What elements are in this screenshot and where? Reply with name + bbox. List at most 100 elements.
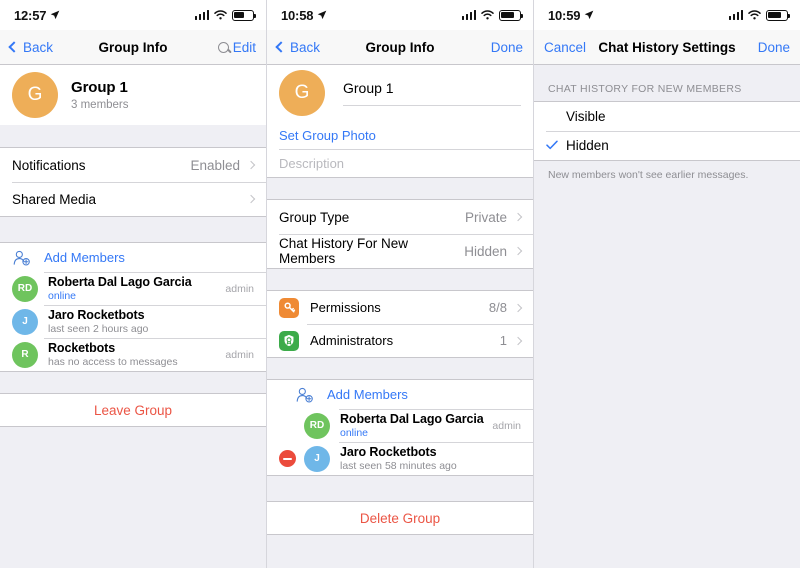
screen-group-info: 12:57 Back Group Info Edit G Group 1 3 m… [0, 0, 266, 568]
row-label: Notifications [12, 157, 86, 173]
back-button[interactable]: Back [8, 40, 53, 55]
location-arrow-icon [584, 10, 594, 20]
search-icon[interactable] [217, 41, 229, 53]
chevron-right-icon [246, 160, 256, 170]
list-item[interactable]: R Rocketbots has no access to messages a… [0, 338, 266, 371]
member-name: Rocketbots [48, 341, 116, 355]
row-permissions[interactable]: Permissions 8/8 [267, 291, 533, 324]
done-button-label: Done [490, 39, 523, 55]
status-bar: 10:59 [534, 0, 800, 30]
group-header-text: Group 1 3 members [71, 79, 129, 111]
remove-member-button[interactable] [279, 450, 296, 467]
battery-icon [766, 9, 791, 21]
description-input[interactable]: Description [267, 149, 533, 177]
leave-group-button[interactable]: Leave Group [0, 393, 266, 427]
navigation-bar: Back Group Info Edit [0, 30, 266, 65]
member-name: Jaro Rocketbots [340, 445, 437, 459]
avatar: J [304, 445, 330, 472]
row-label: Shared Media [12, 191, 97, 207]
done-button[interactable]: Done [491, 40, 523, 55]
three-screen-comparison: 12:57 Back Group Info Edit G Group 1 3 m… [0, 0, 800, 568]
section-gap [267, 358, 533, 379]
row-administrators[interactable]: Administrators 1 [267, 324, 533, 357]
member-name: Roberta Dal Lago Garcia [48, 275, 192, 289]
chevron-right-icon [513, 303, 523, 312]
list-item[interactable]: J Jaro Rocketbots last seen 58 minutes a… [267, 442, 533, 475]
status-bar-left: 12:57 [14, 8, 60, 23]
row-label: Group Type [279, 209, 350, 225]
row-chat-history[interactable]: Chat History For New Members Hidden [267, 234, 533, 268]
status-bar-right [728, 9, 791, 21]
member-role: admin [225, 348, 254, 361]
avatar-initials: J [314, 453, 320, 464]
done-button-label: Done [757, 39, 790, 55]
wifi-icon [748, 10, 761, 20]
avatar-letter: G [27, 84, 43, 105]
permissions-card: Permissions 8/8 Administrators 1 [267, 290, 533, 358]
chevron-right-icon [246, 194, 256, 204]
member-text: Roberta Dal Lago Garcia online [340, 412, 484, 439]
option-label: Visible [566, 109, 606, 124]
status-bar-left: 10:59 [548, 8, 594, 23]
member-role: admin [492, 419, 521, 432]
wifi-icon [481, 10, 494, 20]
list-item[interactable]: RD Roberta Dal Lago Garcia online admin [267, 409, 533, 442]
row-group-type[interactable]: Group Type Private [267, 200, 533, 234]
avatar-initials: J [22, 316, 28, 327]
delete-group-button[interactable]: Delete Group [267, 501, 533, 535]
option-visible[interactable]: Visible [534, 102, 800, 131]
group-name: Group 1 [71, 79, 128, 96]
back-button-label: Back [290, 39, 321, 55]
chevron-right-icon [513, 246, 523, 256]
members-card: Add Members RD Roberta Dal Lago Garcia o… [0, 242, 266, 372]
row-shared-media[interactable]: Shared Media [0, 182, 266, 216]
list-item[interactable]: J Jaro Rocketbots last seen 2 hours ago [0, 305, 266, 338]
chat-history-options-card: Visible Hidden [534, 101, 800, 161]
option-hidden[interactable]: Hidden [534, 131, 800, 160]
row-value: 1 [499, 333, 507, 348]
cancel-button[interactable]: Cancel [544, 40, 586, 55]
signal-bars-icon [728, 10, 743, 20]
group-name-input[interactable]: Group 1 [343, 80, 521, 106]
member-role: admin [225, 282, 254, 295]
status-time: 10:58 [281, 7, 314, 23]
section-header: CHAT HISTORY FOR NEW MEMBERS [534, 65, 800, 101]
navigation-bar: Cancel Chat History Settings Done [534, 30, 800, 65]
signal-bars-icon [194, 10, 209, 20]
group-name-field-row: G Group 1 [267, 65, 533, 121]
list-item[interactable]: RD Roberta Dal Lago Garcia online admin [0, 272, 266, 305]
avatar: G [12, 72, 58, 118]
avatar: J [12, 308, 38, 335]
add-members-label: Add Members [44, 250, 125, 265]
key-icon [279, 297, 299, 318]
set-group-photo-button[interactable]: Set Group Photo [267, 121, 533, 149]
group-header[interactable]: G Group 1 3 members [0, 65, 266, 125]
group-settings-card: Group Type Private Chat History For New … [267, 199, 533, 269]
location-arrow-icon [50, 10, 60, 20]
signal-bars-icon [461, 10, 476, 20]
add-members-button[interactable]: Add Members [267, 380, 533, 409]
row-notifications[interactable]: Notifications Enabled [0, 148, 266, 182]
status-bar: 12:57 [0, 0, 266, 30]
screen-group-info-editing: 10:58 Back Group Info Done G Group 1 Set… [266, 0, 533, 568]
member-status: online [48, 290, 77, 302]
edit-button[interactable]: Edit [233, 40, 256, 55]
member-text: Roberta Dal Lago Garcia online [48, 275, 192, 302]
row-value: Enabled [190, 157, 240, 173]
shield-badge-icon [279, 330, 299, 351]
back-button[interactable]: Back [275, 39, 321, 55]
avatar-initials: RD [17, 283, 33, 294]
option-label: Hidden [566, 138, 609, 153]
members-card: Add Members RD Roberta Dal Lago Garcia o… [267, 379, 533, 476]
screen-chat-history-settings: 10:59 Cancel Chat History Settings Done [533, 0, 800, 568]
chevron-left-icon [275, 41, 287, 53]
done-button[interactable]: Done [758, 40, 790, 55]
battery-icon [499, 9, 524, 21]
row-value: 8/8 [488, 300, 507, 315]
settings-card: Notifications Enabled Shared Media [0, 147, 266, 217]
row-label: Administrators [310, 333, 394, 348]
avatar[interactable]: G [279, 70, 325, 116]
status-bar-right [461, 9, 524, 21]
add-members-button[interactable]: Add Members [0, 243, 266, 272]
section-gap [0, 372, 266, 393]
